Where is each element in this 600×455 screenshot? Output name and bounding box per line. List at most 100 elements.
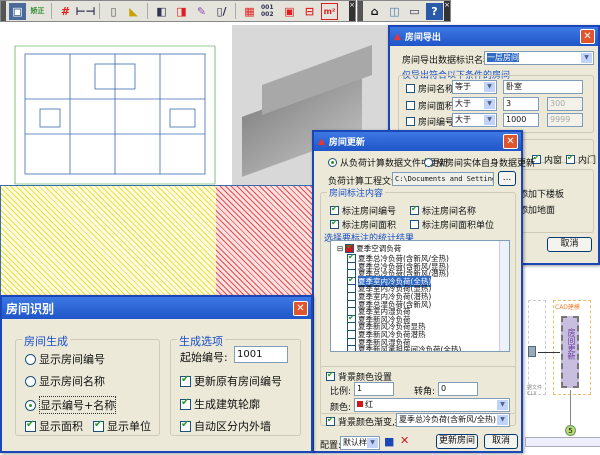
color-label: 颜色: — [330, 403, 352, 413]
auto-wall-checkbox[interactable] — [180, 419, 191, 432]
min-input[interactable]: 3 — [503, 97, 539, 111]
room-recognize-dialog: 房间识别 ✕ 房间生成 显示房间编号 显示房间名称 显示编号+名称 显示面积 显… — [0, 295, 313, 453]
room-query-icon[interactable]: ▭ — [406, 3, 423, 20]
wall-icon[interactable]: ▯ — [105, 3, 122, 20]
close-button[interactable]: ✕ — [293, 301, 308, 316]
filter-checkbox[interactable] — [406, 101, 415, 110]
cad-label: CAD建模 — [555, 304, 580, 311]
operator-select[interactable]: 大于 ▼ — [452, 113, 497, 127]
gradient-checkbox[interactable] — [326, 415, 335, 426]
dialog-title: 房间更新 — [328, 138, 365, 148]
config-select[interactable]: 默认样式 ▼ — [340, 436, 380, 450]
export-icon[interactable]: ⊟ — [301, 3, 318, 20]
arc-area-icon[interactable]: ◣ — [125, 3, 142, 20]
divider — [99, 3, 100, 19]
title-bar: 房间识别 — [2, 297, 311, 319]
3d-box-icon[interactable]: ◫ — [386, 3, 403, 20]
filter-checkbox[interactable] — [406, 117, 415, 126]
room-frame-icon[interactable]: ▣ — [281, 3, 298, 20]
arrow — [538, 352, 560, 353]
app-icon: ▲ — [318, 136, 325, 147]
hatched-room-plan — [0, 185, 320, 297]
start-number-label: 起始编号: — [180, 351, 228, 364]
divider — [147, 3, 148, 19]
show-unit-checkbox[interactable] — [93, 419, 104, 432]
delete-icon[interactable]: ✕ — [400, 434, 409, 447]
workflow-diagram: CAD建模 房间更新 据文件 CLX 5 — [525, 280, 600, 455]
cancel-button[interactable]: 取消 — [547, 237, 592, 252]
annot-checkbox[interactable] — [330, 218, 339, 229]
floor-plan-drawing — [14, 45, 216, 185]
divider — [235, 3, 236, 19]
number-sort-icon[interactable]: 001 002 — [261, 3, 278, 20]
correct-icon[interactable]: 矫正 — [29, 3, 46, 20]
room-update-dialog: ▲ 房间更新 ✕ 从负荷计算数据文件中更新 从房间实体自身数据更新 负荷计算工程文… — [312, 130, 535, 453]
radio-show-name[interactable] — [25, 375, 36, 387]
save-icon[interactable]: ■ — [384, 435, 394, 448]
show-area-checkbox[interactable] — [25, 419, 36, 432]
cancel-button[interactable]: 取消 — [484, 434, 518, 449]
door-icon[interactable]: ◧ — [153, 3, 170, 20]
annot-checkbox[interactable] — [410, 220, 419, 229]
scrollbar[interactable] — [499, 241, 509, 351]
bg-color-checkbox[interactable] — [326, 370, 335, 381]
name-label: 房间导出数据标识名称: — [402, 56, 496, 66]
radio-from-file[interactable] — [328, 158, 337, 167]
grid-icon[interactable]: # — [57, 3, 74, 20]
room-update-node: 房间更新 — [561, 316, 579, 388]
radio-from-entity[interactable] — [424, 158, 433, 167]
tree-checkbox[interactable] — [347, 345, 356, 351]
area-m2-icon[interactable]: m² — [321, 2, 338, 20]
gen-outline-checkbox[interactable] — [180, 397, 191, 410]
operator-select[interactable]: 大于 ▼ — [452, 97, 497, 111]
annot-checkbox[interactable] — [410, 204, 419, 215]
angle-stepper[interactable]: 0 — [438, 382, 478, 396]
edit-icon[interactable]: ✎ — [193, 3, 210, 20]
toolbar-grip[interactable] — [1, 1, 6, 21]
dimension-icon[interactable]: ⊢⊣ — [75, 3, 95, 20]
tree-item[interactable]: 夏季新风承担房间冷负荷(全热) — [347, 344, 461, 351]
annot-checkbox[interactable] — [330, 204, 339, 215]
angle-label: 转角: — [414, 387, 436, 397]
step-badge: 5 — [565, 425, 576, 436]
radio-show-number-name[interactable] — [25, 399, 36, 411]
scale-label: 比例: — [330, 387, 352, 397]
color-select[interactable]: 红 ▼ — [354, 398, 510, 412]
app-icon: ▲ — [394, 31, 401, 42]
update-room-button[interactable]: 更新房间 — [436, 434, 478, 449]
window-edit-icon[interactable]: ▯/ — [213, 3, 230, 20]
max-input[interactable]: 9999 — [547, 113, 583, 127]
house-icon[interactable]: ⌂ — [366, 3, 383, 20]
update-number-checkbox[interactable] — [180, 374, 191, 387]
door-dropdown-icon[interactable]: ◨ — [173, 3, 190, 20]
start-number-input[interactable]: 1001 — [234, 346, 288, 363]
file-label: 据文件 CLX — [527, 385, 543, 397]
config-label: 配置: — [320, 441, 342, 451]
close-button[interactable]: ✕ — [580, 29, 595, 44]
close-icon[interactable]: × — [444, 1, 450, 21]
room-recognize-icon[interactable]: ▣ — [9, 2, 26, 20]
result-tree[interactable]: ⊟夏季空调负荷 夏季总冷负荷(含新风/全热)夏季总冷负荷(含新风/显热)夏季总冷… — [330, 240, 510, 352]
filter-checkbox[interactable] — [406, 84, 415, 93]
max-input[interactable]: 300 — [547, 97, 583, 111]
dialog-title: 房间识别 — [6, 301, 55, 316]
close-icon[interactable]: × — [349, 1, 355, 21]
toolbar-secondary: ⌂ ◫ ▭ ? × — [357, 0, 451, 22]
inner-door-checkbox[interactable] — [566, 153, 575, 164]
value-input[interactable]: 卧室 — [503, 80, 583, 94]
min-input[interactable]: 1000 — [503, 113, 539, 127]
file-path-input[interactable]: C:\Documents and Settings\Ch — [392, 172, 494, 186]
gradient-select[interactable]: 夏季总冷负荷(含新风/全热) ▼ — [396, 413, 510, 427]
toolbar-grip[interactable] — [358, 1, 363, 21]
divider — [51, 3, 52, 19]
export-name-select[interactable]: 一层房间 ▼ — [484, 51, 594, 65]
table-search-icon[interactable]: ▦ — [241, 3, 258, 20]
scale-stepper[interactable]: 1 — [354, 382, 394, 396]
close-button[interactable]: ✕ — [503, 134, 518, 149]
radio-show-number[interactable] — [25, 353, 36, 365]
document-icon — [528, 346, 536, 357]
browse-button[interactable]: ... — [498, 171, 516, 186]
operator-select[interactable]: 等于 ▼ — [452, 80, 497, 94]
dialog-title: 房间导出 — [404, 33, 441, 43]
help-icon[interactable]: ? — [426, 2, 443, 20]
